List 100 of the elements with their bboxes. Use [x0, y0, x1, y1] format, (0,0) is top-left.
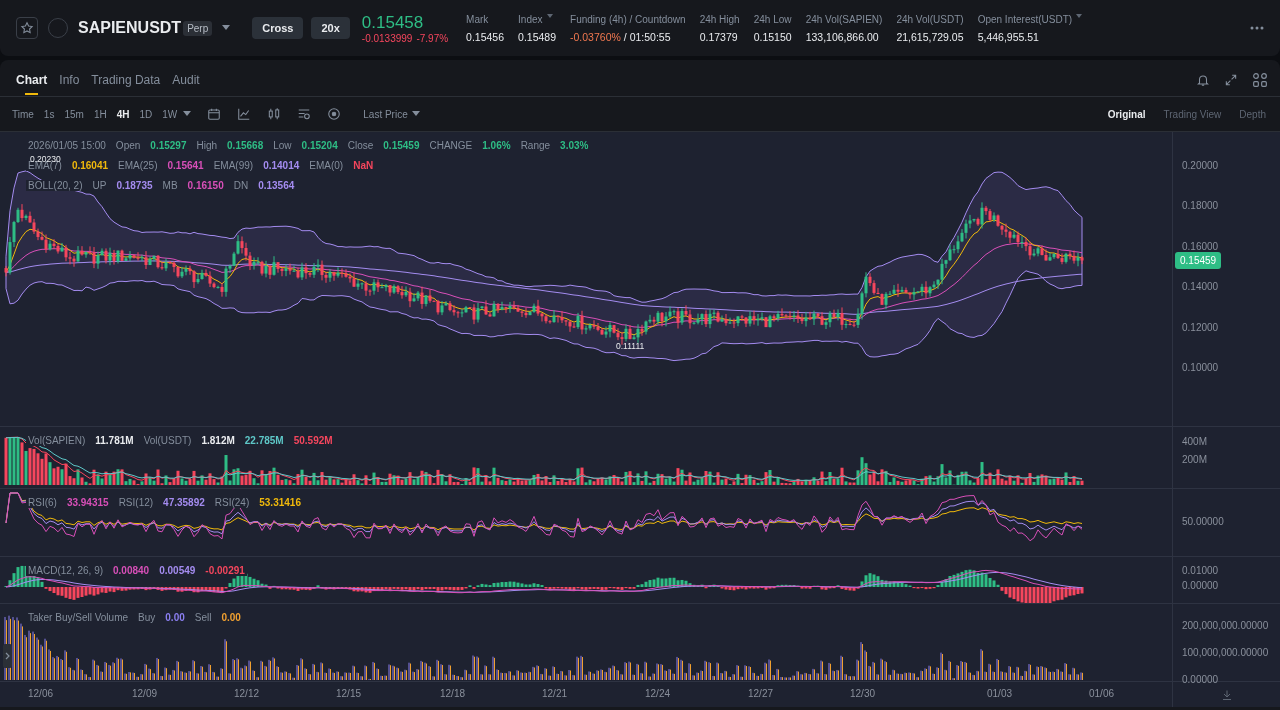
price-axis-label: 0.14000 [1182, 281, 1219, 293]
last-price: 0.15458 [361, 12, 425, 33]
legend-label: RSI(12) [116, 497, 156, 508]
chart-tab[interactable]: Info [55, 73, 84, 95]
legend-value: 53.31416 [257, 497, 303, 508]
funding-countdown: / 01:50:55 [623, 30, 671, 43]
price-change-percent: -7.97% [416, 32, 449, 44]
price-axis-label: 0.20000 [1182, 160, 1219, 171]
legend-label: Sell [192, 612, 214, 623]
stat-label: 24h Vol(USDT) [896, 13, 964, 25]
interval-option[interactable]: 4H [112, 108, 134, 120]
legend-value: 0.16041 [69, 160, 111, 171]
legend-label: BOLL(20, 2) [26, 180, 85, 191]
legend-value: 0.13564 [256, 180, 297, 191]
interval-option[interactable]: 1W [158, 108, 182, 120]
legend-value: 0.00 [219, 612, 243, 623]
price-axis-label: 0.10000 [1182, 362, 1219, 373]
legend-label: EMA(25) [116, 160, 160, 171]
legend-label: RSI(6) [26, 497, 59, 508]
view-mode-option[interactable]: Trading View [1157, 107, 1228, 121]
stat-value: -0.03760% [570, 30, 621, 43]
price-change: -0.0133999 [361, 32, 413, 44]
date-axis-label: 12/12 [234, 688, 260, 699]
legend-label: DN [231, 180, 251, 191]
legend-value: 22.785M [242, 435, 286, 446]
interval-option[interactable]: 1H [89, 108, 111, 120]
macd-axis-label: 0.00000 [1182, 580, 1219, 591]
legend-value: 47.35892 [161, 497, 207, 508]
legend-value: 33.94315 [64, 497, 111, 508]
legend-label: MB [160, 180, 180, 191]
stat-label: Index [518, 13, 543, 25]
current-price-tag: 0.15459 [1175, 252, 1222, 269]
legend-label: EMA(0) [307, 160, 346, 171]
legend-value: 0.15668 [225, 140, 266, 151]
symbol-name[interactable]: SAPIENUSDT [78, 19, 182, 37]
volume-axis-label: 200M [1182, 454, 1207, 465]
date-axis-label: 12/30 [850, 688, 876, 699]
price-axis-label: 0.12000 [1182, 321, 1219, 333]
chart-tab[interactable]: Audit [168, 73, 204, 95]
stat-label: 24h High [699, 13, 740, 25]
stat-label: 24h Low [753, 13, 792, 25]
legend-label: EMA(7) [26, 160, 64, 171]
legend-value: 0.00840 [111, 565, 152, 576]
stat-value: 0.15489 [518, 30, 557, 43]
legend-label: UP [90, 180, 109, 191]
legend-label: Taker Buy/Sell Volume [26, 612, 131, 623]
legend-value: 0.15459 [381, 140, 422, 151]
date-axis-label: 12/27 [748, 688, 774, 699]
legend-value: 0.15641 [165, 160, 206, 171]
legend-label: Close [345, 140, 376, 151]
stat-label: Funding (4h) / Countdown [570, 13, 686, 25]
legend-label: RSI(24) [212, 497, 252, 508]
date-axis-label: 12/18 [440, 688, 466, 699]
price-axis-label: 0.18000 [1182, 200, 1219, 212]
interval-option[interactable]: 15m [60, 108, 88, 120]
date-axis-label: 01/06 [1089, 688, 1115, 699]
date-axis-label: 12/09 [132, 688, 158, 699]
legend-label: CHANGE [427, 140, 475, 151]
price-axis-label: 0.16000 [1182, 240, 1219, 252]
taker-axis-label: 0.00000 [1182, 674, 1219, 685]
legend-value: 3.03% [558, 140, 591, 151]
legend-label: Vol(SAPIEN) [26, 435, 88, 446]
legend-value: 0.14014 [261, 160, 302, 171]
volume-axis-label: 400M [1182, 436, 1207, 447]
leverage-button[interactable]: 20x [311, 17, 350, 39]
taker-axis-label: 100,000,000.00000 [1182, 647, 1269, 658]
interval-option[interactable]: Time [8, 108, 38, 120]
stat-label: 24h Vol(SAPIEN) [805, 13, 883, 25]
stat-label: Mark [466, 13, 489, 25]
stat-value: 21,615,729.05 [896, 30, 964, 43]
legend-label: Buy [136, 612, 158, 623]
stat-label: Open Interest(USDT) [977, 13, 1073, 25]
legend-value: 0.18735 [114, 180, 155, 191]
legend-value: 0.00 [163, 612, 187, 623]
price-type-dropdown[interactable]: Last Price [357, 107, 426, 121]
legend-value: -0.00291 [203, 565, 247, 576]
date-axis-label: 12/24 [645, 688, 671, 699]
view-mode-option[interactable]: Original [1101, 107, 1152, 121]
interval-option[interactable]: 1D [135, 108, 157, 120]
macd-axis-label: 0.01000 [1182, 565, 1219, 576]
margin-mode-button[interactable]: Cross [252, 17, 304, 39]
rsi-axis-label: 50.00000 [1182, 516, 1224, 527]
legend-label: EMA(99) [211, 160, 256, 171]
contract-type-tag: Perp [183, 20, 213, 36]
taker-axis-label: 200,000,000.00000 [1182, 620, 1269, 631]
legend-value: 0.00549 [157, 565, 198, 576]
date-axis-label: 12/06 [28, 688, 54, 699]
date-axis-label: 12/21 [542, 688, 568, 699]
chart-tab[interactable]: Trading Data [87, 73, 165, 95]
legend-label: High [194, 140, 220, 151]
stat-value: 0.17379 [699, 30, 738, 43]
legend-label: Open [113, 140, 143, 151]
low-price-marker: 0.11111 [616, 341, 645, 351]
interval-option[interactable]: 1s [39, 108, 59, 120]
chart-tab[interactable]: Chart [12, 73, 52, 95]
legend-value: 0.15204 [299, 140, 340, 151]
legend-value: 0.15297 [148, 140, 189, 151]
legend-label: Range [518, 140, 553, 151]
legend-value: 0.16150 [185, 180, 226, 191]
view-mode-option[interactable]: Depth [1233, 107, 1272, 121]
